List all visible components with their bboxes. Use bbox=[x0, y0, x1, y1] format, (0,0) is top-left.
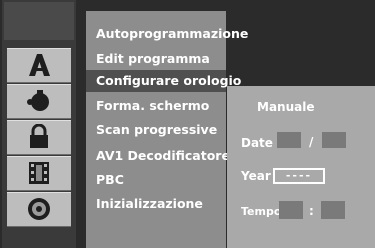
display-icon bbox=[27, 90, 49, 111]
settings-menu: Autoprogrammazione Edit programma Config… bbox=[86, 11, 248, 248]
year-field[interactable]: ---- bbox=[273, 168, 325, 184]
lock-category-button[interactable] bbox=[7, 120, 71, 155]
time-hour-field[interactable] bbox=[279, 201, 303, 219]
display-category-button[interactable] bbox=[7, 84, 71, 119]
year-label: Year bbox=[241, 169, 271, 183]
menu-item-forma-schermo[interactable]: Forma. schermo bbox=[96, 95, 209, 117]
film-category-button[interactable] bbox=[7, 156, 71, 191]
menu-item-configurare-orologio[interactable]: Configurare orologio bbox=[86, 70, 241, 92]
film-icon bbox=[29, 162, 49, 184]
setup-menu-screen: Autoprogrammazione Edit programma Config… bbox=[0, 0, 375, 248]
icon-column-header bbox=[4, 2, 74, 40]
language-category-button[interactable] bbox=[7, 48, 71, 83]
language-icon bbox=[29, 54, 50, 76]
menu-item-edit-programma[interactable]: Edit programma bbox=[96, 48, 210, 70]
clock-mode-label[interactable]: Manuale bbox=[257, 100, 314, 114]
time-separator: : bbox=[309, 204, 314, 218]
menu-item-autoprogrammazione[interactable]: Autoprogrammazione bbox=[96, 23, 248, 45]
clock-settings-panel: Manuale Date / Year ---- Tempo : bbox=[227, 86, 375, 248]
category-icon-column bbox=[2, 0, 76, 248]
date-day-field[interactable] bbox=[277, 132, 301, 148]
date-separator: / bbox=[309, 135, 314, 149]
disc-category-button[interactable] bbox=[7, 192, 71, 227]
menu-item-inizializzazione[interactable]: Inizializzazione bbox=[96, 193, 203, 215]
lock-icon bbox=[30, 124, 48, 148]
time-minute-field[interactable] bbox=[321, 201, 345, 219]
disc-icon bbox=[28, 198, 50, 220]
menu-item-av1-decodificatore[interactable]: AV1 Decodificatore bbox=[96, 145, 230, 167]
menu-item-pbc[interactable]: PBC bbox=[96, 169, 124, 191]
time-label: Tempo bbox=[241, 205, 282, 218]
menu-item-scan-progressive[interactable]: Scan progressive bbox=[96, 119, 217, 141]
date-label: Date bbox=[241, 136, 273, 150]
date-month-field[interactable] bbox=[322, 132, 346, 148]
